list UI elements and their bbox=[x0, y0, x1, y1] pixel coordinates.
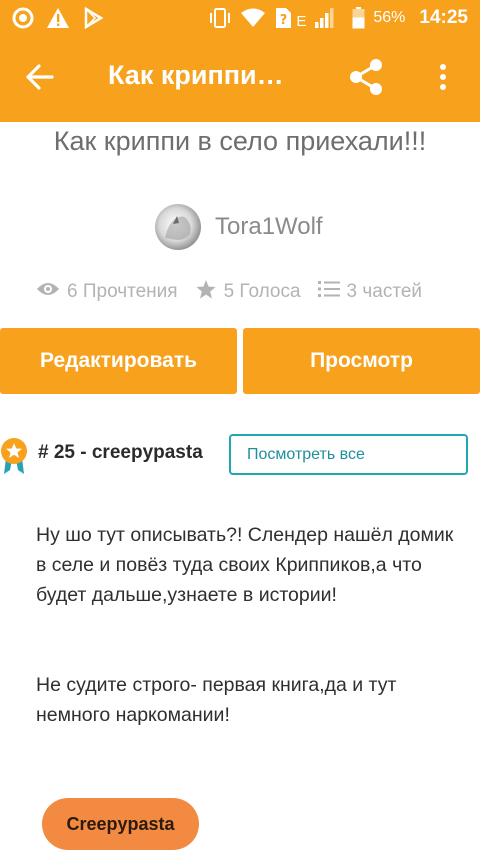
description-paragraph: Ну шо тут описывать?! Слендер нашёл доми… bbox=[36, 524, 454, 606]
svg-text:?: ? bbox=[280, 13, 288, 28]
votes-stat: 5 Голоса bbox=[195, 279, 301, 306]
avatar bbox=[155, 204, 201, 250]
battery-percent: 56% bbox=[373, 9, 406, 26]
story-title: Как криппи в село приехали!!! bbox=[53, 126, 427, 156]
status-bar: ? E 56% 14:25 bbox=[0, 0, 480, 36]
sim-icon: ? bbox=[274, 7, 292, 29]
parts-count: 3 частей bbox=[346, 281, 423, 302]
battery-icon bbox=[352, 7, 365, 29]
list-icon bbox=[317, 280, 340, 304]
toolbar-title: Как криппи… bbox=[108, 60, 284, 90]
more-vert-icon bbox=[439, 63, 447, 96]
action-buttons: Редактировать Просмотр bbox=[0, 328, 480, 394]
medal-icon bbox=[0, 436, 28, 476]
signal-icon bbox=[314, 7, 334, 29]
share-button[interactable] bbox=[344, 58, 388, 100]
vibrate-icon bbox=[208, 7, 232, 29]
reads-count: 6 Прочтения bbox=[67, 281, 178, 302]
author-link[interactable]: Tora1Wolf bbox=[155, 204, 323, 250]
app-toolbar: Как криппи… bbox=[0, 36, 480, 122]
warning-icon bbox=[46, 7, 70, 29]
description-paragraph: Не судите строго- первая книга,да и тут … bbox=[36, 674, 397, 726]
notification-icons bbox=[12, 6, 104, 30]
see-all-button[interactable]: Посмотреть все bbox=[229, 434, 468, 475]
system-icons: ? E 56% 14:25 bbox=[208, 6, 468, 30]
record-icon bbox=[12, 7, 34, 29]
reads-stat: 6 Прочтения bbox=[36, 281, 178, 303]
wifi-icon bbox=[240, 8, 266, 28]
story-description: Ну шо тут описывать?! Слендер нашёл доми… bbox=[36, 520, 456, 790]
star-icon bbox=[195, 279, 217, 306]
share-icon bbox=[347, 58, 385, 101]
back-button[interactable] bbox=[20, 61, 60, 97]
ranking-text: # 25 - creepypasta bbox=[38, 442, 203, 463]
parts-stat: 3 частей bbox=[317, 280, 423, 304]
overflow-menu-button[interactable] bbox=[428, 58, 458, 100]
tag-chip[interactable]: Creepypasta bbox=[42, 798, 199, 850]
edit-button[interactable]: Редактировать bbox=[0, 328, 237, 394]
author-name: Tora1Wolf bbox=[215, 213, 323, 240]
ranking-row: # 25 - creepypasta Посмотреть все bbox=[0, 434, 480, 478]
clock: 14:25 bbox=[419, 7, 468, 28]
back-arrow-icon bbox=[26, 63, 54, 95]
votes-count: 5 Голоса bbox=[223, 281, 301, 302]
network-type: E bbox=[296, 13, 307, 30]
eye-icon bbox=[36, 281, 60, 303]
view-button[interactable]: Просмотр bbox=[243, 328, 480, 394]
play-store-icon bbox=[82, 7, 104, 29]
story-stats: 6 Прочтения 5 Голоса 3 частей bbox=[36, 278, 422, 306]
